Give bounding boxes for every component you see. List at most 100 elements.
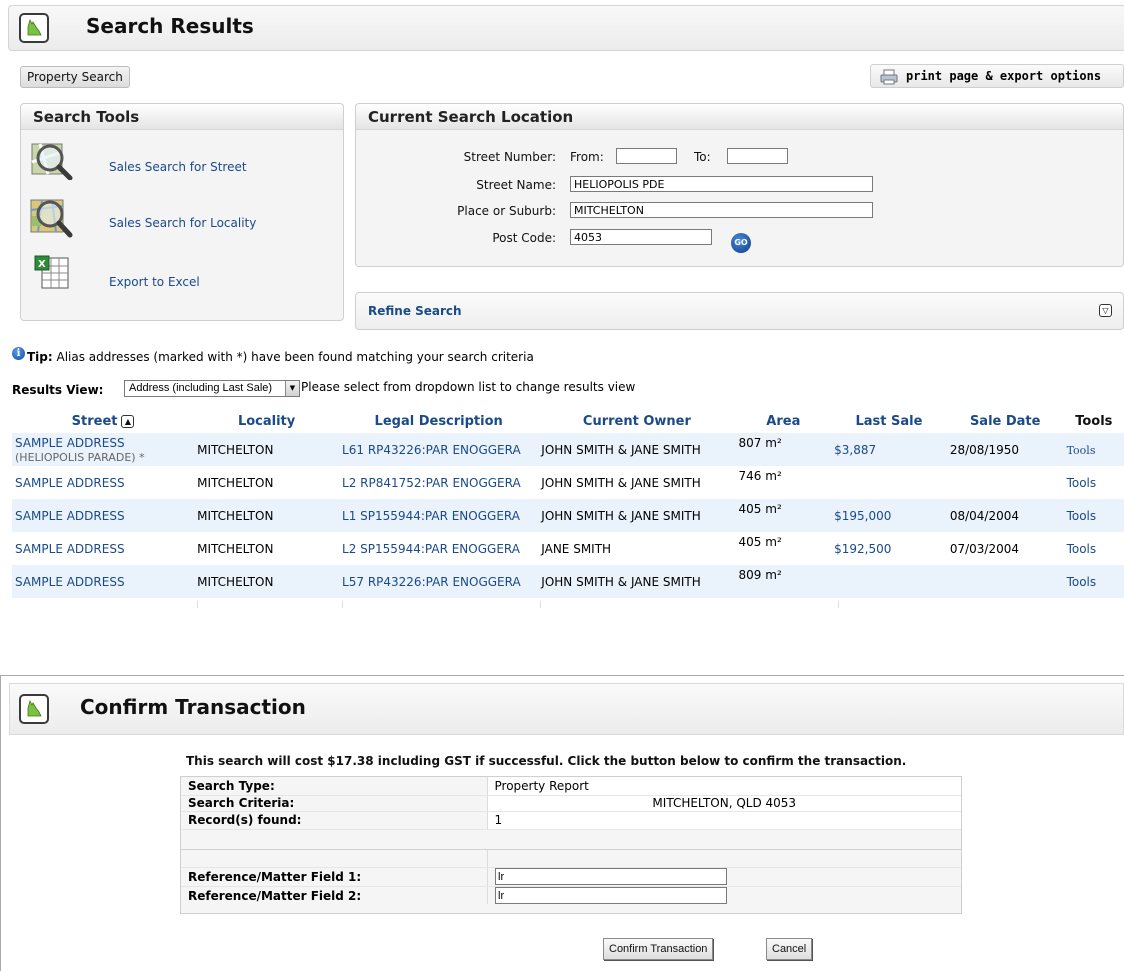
table-row: SAMPLE ADDRESS (HELIOPOLIS PARADE) * MITC…	[12, 433, 1124, 466]
printer-icon	[879, 69, 899, 88]
tools-link[interactable]: Tools	[1067, 542, 1097, 556]
go-button[interactable]: GO	[731, 233, 751, 253]
search-criteria-value: MITCHELTON, QLD 4053	[486, 795, 961, 812]
qld-logo-icon	[19, 13, 49, 43]
refine-search-bar[interactable]	[355, 292, 1124, 330]
street-number-to-input[interactable]	[727, 148, 788, 164]
sales-search-locality-link[interactable]: Sales Search for Locality	[109, 216, 256, 230]
dropdown-arrow-icon[interactable]: ▼	[285, 381, 299, 396]
cancel-button[interactable]: Cancel	[766, 938, 813, 960]
street-link[interactable]: SAMPLE ADDRESS	[15, 509, 125, 523]
confirm-title: Confirm Transaction	[80, 695, 306, 719]
svg-text:X: X	[38, 259, 46, 270]
tools-link[interactable]: Tools	[1067, 444, 1096, 457]
results-view-label: Results View:	[12, 383, 104, 397]
last-sale-link[interactable]: $192,500	[834, 542, 891, 556]
confirm-message: This search will cost $17.38 including G…	[186, 754, 907, 768]
col-sale-date[interactable]: Sale Date	[946, 409, 1064, 433]
current-search-location-title: Current Search Location	[368, 108, 574, 126]
area-cell: 746 m²	[738, 469, 782, 483]
search-tools-title: Search Tools	[33, 108, 140, 126]
tip-text: Tip: Alias addresses (marked with *) hav…	[27, 350, 534, 364]
last-sale-link[interactable]: $195,000	[834, 509, 891, 523]
legal-link[interactable]: L1 SP155944:PAR ENOGGERA	[342, 509, 520, 523]
results-view-selected: Address (including Last Sale)	[129, 382, 273, 394]
locality-cell: MITCHELTON	[194, 499, 340, 532]
col-owner[interactable]: Current Owner	[538, 409, 736, 433]
magnifier-street-icon[interactable]	[30, 140, 74, 183]
locality-cell: MITCHELTON	[194, 565, 340, 598]
tools-link[interactable]: Tools	[1067, 575, 1097, 589]
street-link[interactable]: SAMPLE ADDRESS	[15, 436, 125, 450]
sale-date-cell	[946, 565, 1064, 598]
street-number-label: Street Number:	[463, 150, 556, 164]
owner-cell: JANE SMITH	[541, 541, 612, 556]
col-legal[interactable]: Legal Description	[339, 409, 539, 433]
legal-link[interactable]: L2 RP841752:PAR ENOGGERA	[342, 476, 521, 490]
sales-search-street-link[interactable]: Sales Search for Street	[109, 160, 247, 174]
magnifier-map-icon[interactable]	[30, 196, 74, 241]
sale-date-cell: 08/04/2004	[946, 499, 1064, 532]
area-cell: 807 m²	[735, 433, 832, 466]
street-name-label: Street Name:	[476, 178, 556, 192]
sort-up-icon[interactable]: ▲	[121, 414, 135, 428]
tip-prefix: Tip:	[27, 350, 53, 364]
excel-icon[interactable]: X	[34, 255, 70, 294]
postcode-label: Post Code:	[492, 231, 556, 245]
search-criteria-label: Search Criteria:	[181, 795, 487, 812]
export-excel-link[interactable]: Export to Excel	[109, 275, 200, 289]
suburb-input[interactable]	[570, 202, 873, 218]
legal-link[interactable]: L61 RP43226:PAR ENOGGERA	[342, 443, 521, 457]
property-search-button[interactable]: Property Search	[20, 66, 130, 88]
refine-search-label[interactable]: Refine Search	[368, 304, 462, 318]
table-row: SAMPLE ADDRESS MITCHELTON L57 RP43226:PA…	[12, 565, 1124, 598]
col-last-sale[interactable]: Last Sale	[831, 409, 947, 433]
area-cell: 405 m²	[738, 535, 782, 549]
results-table: Street ▲ Locality Legal Description Curre…	[12, 409, 1124, 598]
page-title: Search Results	[86, 14, 254, 38]
records-found-label: Record(s) found:	[181, 811, 487, 830]
to-label: To:	[694, 150, 711, 164]
area-cell: 809 m²	[735, 565, 832, 598]
ref2-label: Reference/Matter Field 2:	[188, 889, 362, 903]
suburb-label: Place or Suburb:	[457, 204, 556, 218]
results-view-hint: Please select from dropdown list to chan…	[301, 380, 636, 394]
reference-fields: Reference/Matter Field 1: Reference/Matt…	[180, 850, 962, 914]
table-row: SAMPLE ADDRESS MITCHELTON L1 SP155944:PA…	[12, 499, 1124, 532]
table-row: SAMPLE ADDRESS MITCHELTON L2 RP841752:PA…	[12, 466, 1124, 499]
col-street[interactable]: Street ▲	[12, 409, 195, 433]
partial-row	[12, 601, 1124, 608]
street-link[interactable]: SAMPLE ADDRESS	[15, 575, 125, 589]
street-number-from-input[interactable]	[616, 148, 677, 164]
ref1-input[interactable]	[495, 868, 727, 885]
from-label: From:	[570, 150, 604, 164]
qld-logo-icon	[19, 694, 49, 724]
col-locality[interactable]: Locality	[194, 409, 340, 433]
locality-cell: MITCHELTON	[197, 541, 274, 556]
sale-date-cell: 28/08/1950	[946, 433, 1064, 466]
street-name-input[interactable]	[570, 176, 873, 192]
table-row: SAMPLE ADDRESS MITCHELTON L2 SP155944:PA…	[12, 532, 1124, 565]
col-area[interactable]: Area	[735, 409, 832, 433]
sale-date-cell	[947, 466, 1064, 499]
ref1-label: Reference/Matter Field 1:	[188, 870, 362, 884]
col-tools: Tools	[1063, 409, 1124, 433]
print-export-button[interactable]: print page & export options	[870, 64, 1124, 88]
tools-link[interactable]: Tools	[1067, 476, 1097, 490]
expand-chevron-icon[interactable]: ▽	[1099, 304, 1112, 317]
legal-link[interactable]: L2 SP155944:PAR ENOGGERA	[342, 542, 520, 556]
sale-date-cell: 07/03/2004	[949, 541, 1020, 556]
street-link[interactable]: SAMPLE ADDRESS	[15, 542, 125, 556]
ref2-input[interactable]	[495, 887, 727, 904]
print-export-label: print page & export options	[906, 69, 1102, 83]
tools-link[interactable]: Tools	[1067, 509, 1097, 523]
legal-link[interactable]: L57 RP43226:PAR ENOGGERA	[342, 575, 521, 589]
postcode-input[interactable]	[570, 229, 712, 245]
last-sale-link[interactable]: $3,887	[834, 443, 876, 457]
confirm-details-table: Search Type: Property Report Search Crite…	[180, 776, 962, 850]
street-link[interactable]: SAMPLE ADDRESS	[15, 476, 125, 490]
confirm-transaction-button[interactable]: Confirm Transaction	[603, 938, 714, 960]
owner-cell: JOHN SMITH & JANE SMITH	[541, 475, 701, 490]
results-view-select[interactable]: Address (including Last Sale) ▼	[124, 380, 300, 397]
info-icon: i	[12, 347, 25, 360]
